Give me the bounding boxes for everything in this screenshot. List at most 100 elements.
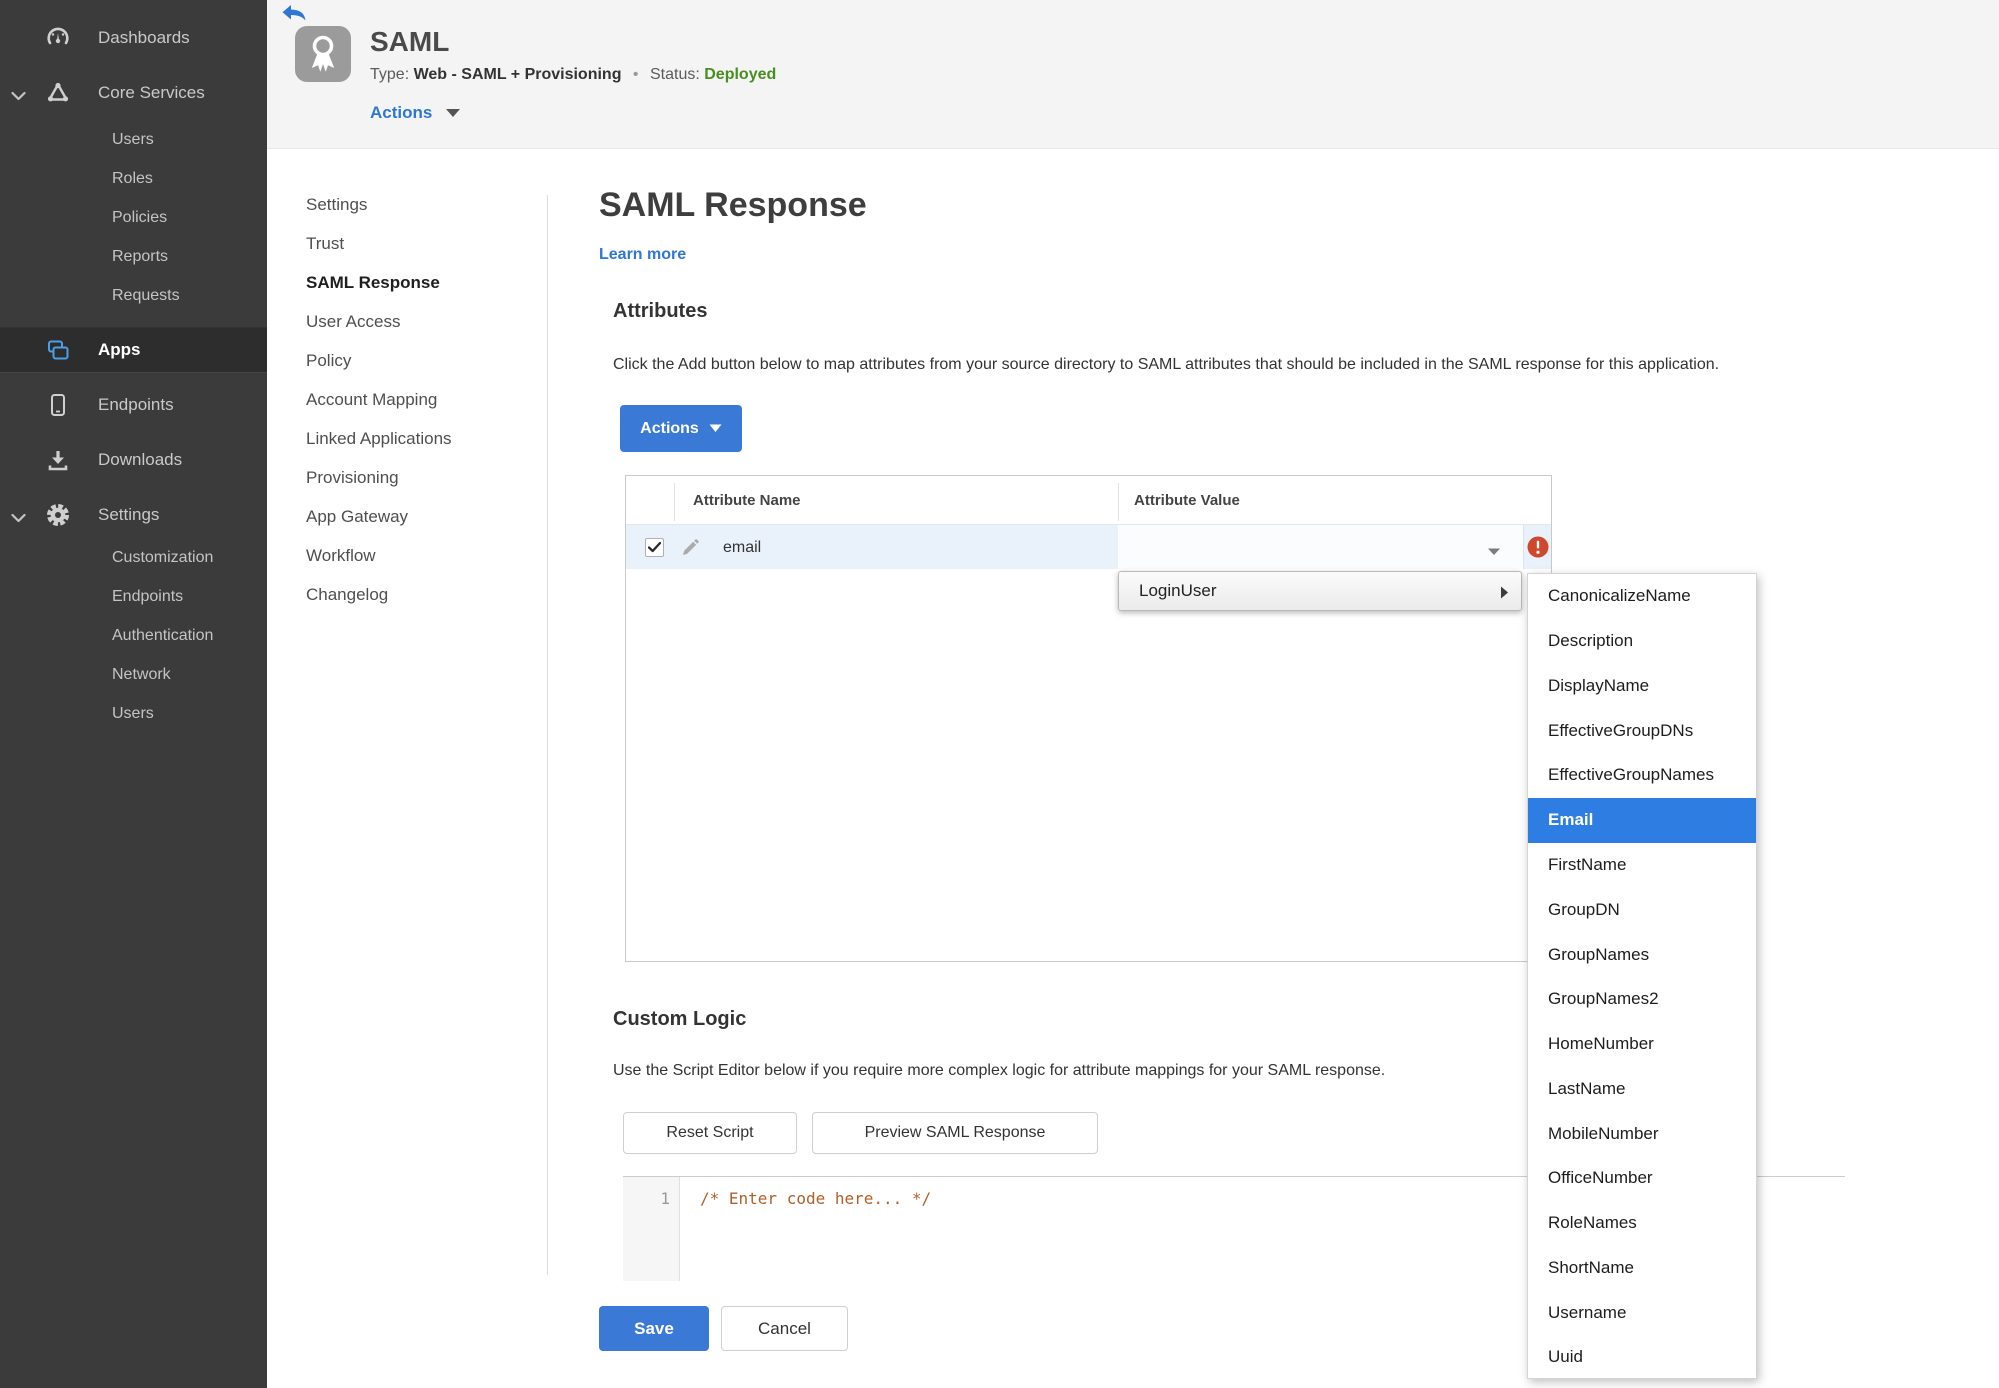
menu-item-groupdn[interactable]: GroupDN bbox=[1528, 887, 1756, 932]
tab-settings[interactable]: Settings bbox=[306, 185, 536, 224]
sidebar-item-endpoints[interactable]: Endpoints bbox=[0, 386, 267, 424]
menu-item-groupnames2[interactable]: GroupNames2 bbox=[1528, 977, 1756, 1022]
type-label: Type: bbox=[370, 66, 410, 83]
sidebar-item-settings-users[interactable]: Users bbox=[0, 695, 267, 733]
gear-icon bbox=[45, 502, 71, 528]
attributes-description: Click the Add button below to map attrib… bbox=[613, 356, 1720, 373]
error-icon bbox=[1527, 536, 1549, 558]
editor-gutter: 1 bbox=[623, 1177, 680, 1281]
sidebar-item-core-services[interactable]: Core Services bbox=[0, 74, 267, 112]
subnav-divider bbox=[547, 195, 548, 1275]
column-header-attribute-name: Attribute Name bbox=[693, 491, 801, 509]
sidebar-item-roles[interactable]: Roles bbox=[0, 160, 267, 198]
column-divider bbox=[1118, 483, 1119, 521]
sidebar-item-label: Settings bbox=[98, 505, 160, 524]
menu-item-groupnames[interactable]: GroupNames bbox=[1528, 932, 1756, 977]
caret-down-icon bbox=[446, 109, 461, 117]
preview-saml-response-button[interactable]: Preview SAML Response bbox=[812, 1112, 1098, 1154]
menu-item-homenumber[interactable]: HomeNumber bbox=[1528, 1022, 1756, 1067]
sidebar: Dashboards Core Services Users Roles Pol… bbox=[0, 0, 267, 1388]
menu-item-effectivegroupnames[interactable]: EffectiveGroupNames bbox=[1528, 753, 1756, 798]
attribute-value-submenu: CanonicalizeName Description DisplayName… bbox=[1527, 573, 1757, 1379]
menu-item-lastname[interactable]: LastName bbox=[1528, 1066, 1756, 1111]
menu-item-displayname[interactable]: DisplayName bbox=[1528, 664, 1756, 709]
app-meta: Type: Web - SAML + Provisioning • Status… bbox=[370, 66, 776, 84]
caret-down-icon bbox=[1487, 543, 1501, 561]
sidebar-item-label: Downloads bbox=[98, 450, 183, 469]
tab-saml-response[interactable]: SAML Response bbox=[306, 263, 536, 302]
menu-item-username[interactable]: Username bbox=[1528, 1290, 1756, 1335]
sidebar-item-customization[interactable]: Customization bbox=[0, 539, 267, 577]
tab-workflow[interactable]: Workflow bbox=[306, 536, 536, 575]
reset-script-button[interactable]: Reset Script bbox=[623, 1112, 797, 1154]
saml-app-icon bbox=[295, 26, 351, 82]
header-actions-menu[interactable]: Actions bbox=[370, 103, 461, 123]
cancel-button[interactable]: Cancel bbox=[721, 1306, 848, 1351]
menu-item-mobilenumber[interactable]: MobileNumber bbox=[1528, 1111, 1756, 1156]
tab-app-gateway[interactable]: App Gateway bbox=[306, 497, 536, 536]
tab-user-access[interactable]: User Access bbox=[306, 302, 536, 341]
attribute-value-combobox[interactable] bbox=[1118, 525, 1524, 569]
save-button[interactable]: Save bbox=[599, 1306, 709, 1351]
tab-linked-applications[interactable]: Linked Applications bbox=[306, 419, 536, 458]
sidebar-item-authentication[interactable]: Authentication bbox=[0, 617, 267, 655]
sidebar-item-reports[interactable]: Reports bbox=[0, 238, 267, 276]
sidebar-item-policies[interactable]: Policies bbox=[0, 199, 267, 237]
status-badge: Deployed bbox=[704, 66, 777, 83]
core-services-icon bbox=[45, 80, 71, 106]
tab-account-mapping[interactable]: Account Mapping bbox=[306, 380, 536, 419]
sidebar-item-label: Core Services bbox=[98, 83, 205, 102]
menu-item-canonicalizename[interactable]: CanonicalizeName bbox=[1528, 574, 1756, 619]
tab-provisioning[interactable]: Provisioning bbox=[306, 458, 536, 497]
section-title: SAML Response bbox=[599, 186, 867, 224]
menu-item-firstname[interactable]: FirstName bbox=[1528, 843, 1756, 888]
app-header: SAML Type: Web - SAML + Provisioning • S… bbox=[267, 0, 1999, 149]
sidebar-item-label: Apps bbox=[98, 340, 141, 359]
menu-item-uuid[interactable]: Uuid bbox=[1528, 1335, 1756, 1380]
caret-down-icon bbox=[709, 424, 722, 432]
type-value: Web - SAML + Provisioning bbox=[413, 66, 622, 83]
sidebar-item-label: Endpoints bbox=[98, 395, 174, 414]
sidebar-item-settings[interactable]: Settings bbox=[0, 496, 267, 534]
row-checkbox[interactable] bbox=[645, 538, 664, 557]
download-icon bbox=[45, 447, 71, 473]
menu-item-rolenames[interactable]: RoleNames bbox=[1528, 1201, 1756, 1246]
sidebar-item-apps[interactable]: Apps bbox=[0, 327, 267, 373]
menu-item-officenumber[interactable]: OfficeNumber bbox=[1528, 1156, 1756, 1201]
attributes-table: Attribute Name Attribute Value email bbox=[625, 475, 1552, 962]
attributes-heading: Attributes bbox=[613, 300, 708, 322]
tab-trust[interactable]: Trust bbox=[306, 224, 536, 263]
attributes-actions-button[interactable]: Actions bbox=[620, 405, 742, 452]
editor-code[interactable]: /* Enter code here... */ bbox=[700, 1189, 931, 1208]
sidebar-item-requests[interactable]: Requests bbox=[0, 277, 267, 315]
tab-policy[interactable]: Policy bbox=[306, 341, 536, 380]
chevron-down-icon[interactable] bbox=[11, 88, 26, 106]
sidebar-item-label: Dashboards bbox=[98, 28, 190, 47]
tab-changelog[interactable]: Changelog bbox=[306, 575, 536, 614]
column-divider bbox=[674, 483, 675, 521]
page-title: SAML bbox=[370, 26, 450, 57]
gauge-icon bbox=[45, 25, 71, 51]
menu-item-email[interactable]: Email bbox=[1528, 797, 1756, 843]
sidebar-item-downloads[interactable]: Downloads bbox=[0, 441, 267, 479]
submenu-arrow-icon bbox=[1501, 586, 1508, 599]
sidebar-item-users[interactable]: Users bbox=[0, 121, 267, 159]
custom-logic-heading: Custom Logic bbox=[613, 1008, 747, 1030]
menu-item-description[interactable]: Description bbox=[1528, 619, 1756, 664]
column-header-attribute-value: Attribute Value bbox=[1134, 491, 1240, 509]
sidebar-item-dashboards[interactable]: Dashboards bbox=[0, 19, 267, 57]
status-label: Status: bbox=[649, 66, 700, 83]
edit-pencil-icon[interactable] bbox=[682, 539, 699, 561]
chevron-down-icon[interactable] bbox=[11, 510, 26, 528]
learn-more-link[interactable]: Learn more bbox=[599, 246, 686, 264]
line-number: 1 bbox=[660, 1189, 670, 1208]
apps-icon bbox=[45, 337, 71, 363]
menu-item-shortname[interactable]: ShortName bbox=[1528, 1245, 1756, 1290]
table-row[interactable]: email bbox=[626, 524, 1551, 569]
sidebar-item-network[interactable]: Network bbox=[0, 656, 267, 694]
sidebar-item-settings-endpoints[interactable]: Endpoints bbox=[0, 578, 267, 616]
menu-item-effectivegroupdns[interactable]: EffectiveGroupDNs bbox=[1528, 708, 1756, 753]
value-menu-loginuser[interactable]: LoginUser bbox=[1118, 571, 1522, 611]
meta-separator: • bbox=[632, 66, 639, 83]
back-arrow-icon[interactable] bbox=[281, 4, 307, 21]
